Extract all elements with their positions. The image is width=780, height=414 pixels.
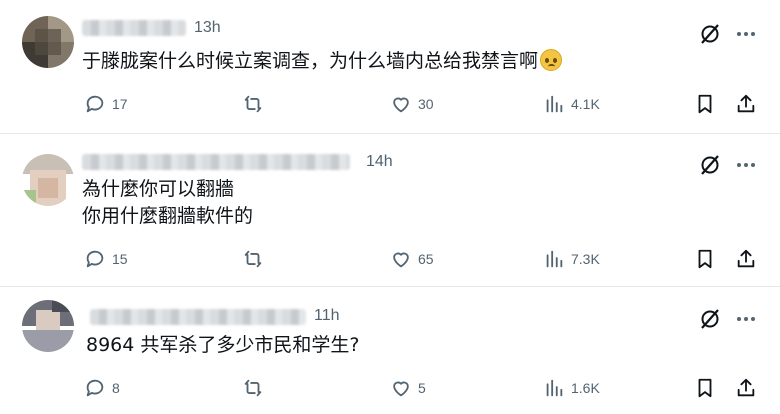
bookmark-icon: [698, 249, 712, 269]
post-text-line: 為什麼你可以翻牆: [82, 178, 235, 200]
views-button[interactable]: 7.3K: [543, 247, 600, 271]
bookmark-button[interactable]: [694, 92, 716, 116]
views-count: 1.6K: [571, 380, 600, 396]
share-icon: [737, 94, 755, 113]
heart-icon: [393, 252, 409, 268]
reply-button[interactable]: 8: [84, 376, 120, 400]
grok-icon[interactable]: [698, 22, 722, 46]
repost-icon: [244, 379, 262, 397]
post-3[interactable]: 11h 8964 共军杀了多少市民和学生? 8 5 1.6K: [0, 287, 780, 414]
post-2[interactable]: 14h 為什麼你可以翻牆 你用什麼翻牆軟件的 15 65 7.3K: [0, 134, 780, 286]
more-icon[interactable]: [734, 153, 758, 177]
reply-count: 15: [112, 251, 128, 267]
reply-icon: [86, 95, 104, 113]
grok-icon[interactable]: [698, 153, 722, 177]
like-count: 30: [418, 96, 434, 112]
bookmark-button[interactable]: [694, 247, 716, 271]
username-blurred[interactable]: [90, 309, 306, 325]
grok-icon[interactable]: [698, 307, 722, 331]
like-count: 5: [418, 380, 426, 396]
like-button[interactable]: 65: [390, 247, 434, 271]
post-text-line: 你用什麼翻牆軟件的: [82, 205, 254, 227]
views-icon: [546, 250, 563, 268]
share-button[interactable]: [735, 92, 757, 116]
more-icon[interactable]: [734, 22, 758, 46]
post-time[interactable]: 13h: [194, 19, 221, 37]
views-count: 7.3K: [571, 251, 600, 267]
share-button[interactable]: [735, 247, 757, 271]
reply-button[interactable]: 17: [84, 92, 128, 116]
repost-button[interactable]: [242, 376, 270, 400]
reply-icon: [86, 250, 104, 268]
post-text: 為什麼你可以翻牆 你用什麼翻牆軟件的: [82, 176, 253, 230]
post-text-line: 于滕胧案什么时候立案调查，为什么墙内总给我禁言啊: [82, 50, 539, 72]
bookmark-button[interactable]: [694, 376, 716, 400]
username-blurred[interactable]: [82, 20, 186, 36]
reply-count: 17: [112, 96, 128, 112]
views-count: 4.1K: [571, 96, 600, 112]
bookmark-icon: [698, 94, 712, 114]
avatar[interactable]: [22, 154, 74, 206]
views-button[interactable]: 1.6K: [543, 376, 600, 400]
like-count: 65: [418, 251, 434, 267]
views-button[interactable]: 4.1K: [543, 92, 600, 116]
like-button[interactable]: 30: [390, 92, 434, 116]
views-icon: [546, 95, 563, 113]
pleading-face-emoji: [540, 49, 563, 71]
repost-button[interactable]: [242, 92, 270, 116]
reply-count: 8: [112, 380, 120, 396]
heart-icon: [393, 381, 409, 397]
username-blurred[interactable]: [82, 154, 350, 170]
repost-icon: [244, 250, 262, 268]
repost-button[interactable]: [242, 247, 270, 271]
post-text: 8964 共军杀了多少市民和学生?: [86, 332, 359, 359]
avatar[interactable]: [22, 16, 74, 68]
post-text-line: 8964 共军杀了多少市民和学生?: [86, 334, 360, 356]
reply-button[interactable]: 15: [84, 247, 128, 271]
heart-icon: [393, 97, 409, 113]
repost-icon: [244, 95, 262, 113]
post-time[interactable]: 11h: [314, 307, 340, 325]
post-1[interactable]: 13h 于滕胧案什么时候立案调查，为什么墙内总给我禁言啊 17 30 4.1K: [0, 0, 780, 133]
post-time[interactable]: 14h: [366, 153, 393, 171]
share-icon: [737, 249, 755, 268]
share-button[interactable]: [735, 376, 757, 400]
like-button[interactable]: 5: [390, 376, 426, 400]
views-icon: [546, 379, 563, 397]
avatar[interactable]: [22, 300, 74, 352]
more-icon[interactable]: [734, 307, 758, 331]
post-text: 于滕胧案什么时候立案调查，为什么墙内总给我禁言啊: [82, 48, 563, 75]
share-icon: [737, 378, 755, 397]
reply-icon: [86, 379, 104, 397]
bookmark-icon: [698, 378, 712, 398]
